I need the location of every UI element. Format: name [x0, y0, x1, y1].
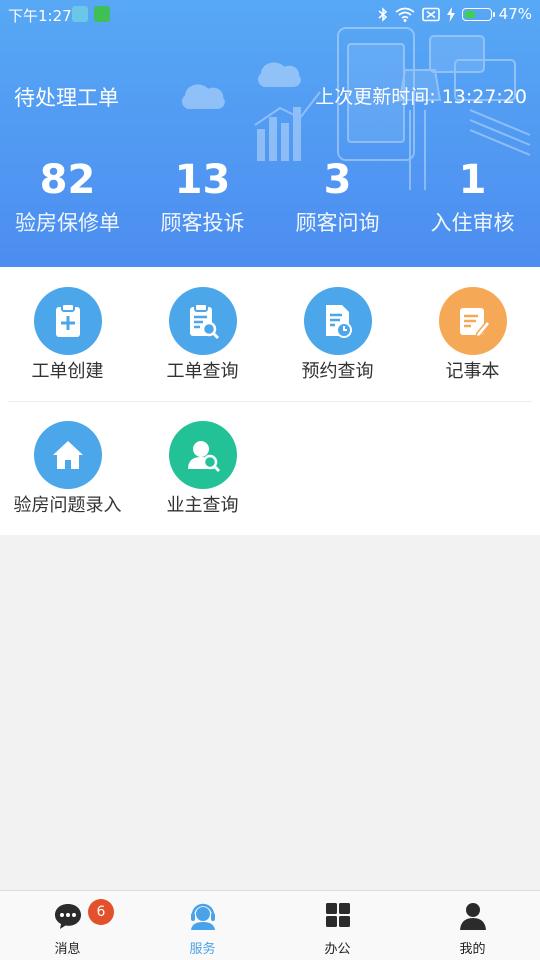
battery-percent: 47%: [498, 5, 532, 23]
tab-office[interactable]: 办公: [270, 891, 405, 960]
stat-inspection-repair[interactable]: 82 验房保修单: [0, 155, 135, 237]
grid-item-label: 工单创建: [31, 361, 104, 382]
unread-badge: 6: [88, 899, 114, 925]
clipboard-search-icon: [169, 287, 237, 355]
appointment-query-button[interactable]: 预约查询: [270, 267, 405, 401]
stat-label: 顾客投诉: [160, 211, 245, 235]
tab-services[interactable]: 服务: [135, 891, 270, 960]
tab-messages[interactable]: 6 消息: [0, 891, 135, 960]
grid-item-label: 业主查询: [166, 495, 239, 516]
charging-icon: [446, 6, 455, 22]
usb-icon: [72, 6, 88, 22]
owner-query-button[interactable]: 业主查询: [135, 401, 270, 535]
grid-item-label: 工单查询: [166, 361, 239, 382]
page-title: 待处理工单: [14, 86, 119, 110]
stat-value: 1: [458, 157, 487, 203]
chat-icon: [54, 904, 81, 929]
grid-item-label: 验房问题录入: [13, 495, 122, 516]
document-clock-icon: [304, 287, 372, 355]
last-update-time: 上次更新时间: 13:27:20: [315, 86, 527, 108]
stat-label: 顾客问询: [295, 211, 380, 235]
notepad-pen-icon: [439, 287, 507, 355]
stat-value: 82: [39, 157, 96, 203]
stat-value: 3: [323, 157, 352, 203]
person-search-icon: [169, 421, 237, 489]
stat-label: 入住审核: [430, 211, 515, 235]
no-sim-icon: [421, 7, 440, 21]
tab-me[interactable]: 我的: [405, 891, 540, 960]
clipboard-plus-icon: [34, 287, 102, 355]
status-time: 下午1:27: [8, 7, 72, 25]
header-banner: 下午1:27 47% 待处理工单 上次更新时间: 13:27:20 82 验房保…: [0, 0, 540, 267]
service-grid: 工单创建 工单查询 预约查询 记事本 验房问题录入 业主查询: [0, 267, 540, 535]
bottom-tab-bar: 6 消息 服务 办公 我的: [0, 890, 540, 960]
house-icon: [34, 421, 102, 489]
status-bar: 下午1:27 47%: [0, 0, 540, 30]
stat-move-in-review[interactable]: 1 入住审核: [405, 155, 540, 237]
stat-value: 13: [174, 157, 231, 203]
android-icon: [94, 6, 110, 22]
grid-item-label: 记事本: [445, 361, 500, 382]
tab-label: 服务: [189, 942, 216, 957]
inspection-issue-entry-button[interactable]: 验房问题录入: [0, 401, 135, 535]
grid-row: 工单创建 工单查询 预约查询 记事本: [0, 267, 540, 401]
stat-label: 验房保修单: [15, 211, 120, 235]
person-icon: [459, 903, 486, 930]
tab-label: 办公: [324, 942, 351, 957]
wifi-icon: [395, 7, 415, 22]
battery-icon: [461, 7, 495, 21]
headset-icon: [190, 903, 215, 930]
stats-row: 82 验房保修单 13 顾客投诉 3 顾客问询 1 入住审核: [0, 155, 540, 237]
grid-icon: [325, 903, 350, 927]
bluetooth-icon: [378, 6, 387, 22]
grid-row: 验房问题录入 业主查询: [0, 401, 540, 535]
tab-label: 我的: [459, 942, 486, 957]
work-order-query-button[interactable]: 工单查询: [135, 267, 270, 401]
grid-item-label: 预约查询: [301, 361, 374, 382]
tab-label: 消息: [54, 942, 81, 957]
notepad-button[interactable]: 记事本: [405, 267, 540, 401]
stat-inquiries[interactable]: 3 顾客问询: [270, 155, 405, 237]
work-order-create-button[interactable]: 工单创建: [0, 267, 135, 401]
stat-complaints[interactable]: 13 顾客投诉: [135, 155, 270, 237]
